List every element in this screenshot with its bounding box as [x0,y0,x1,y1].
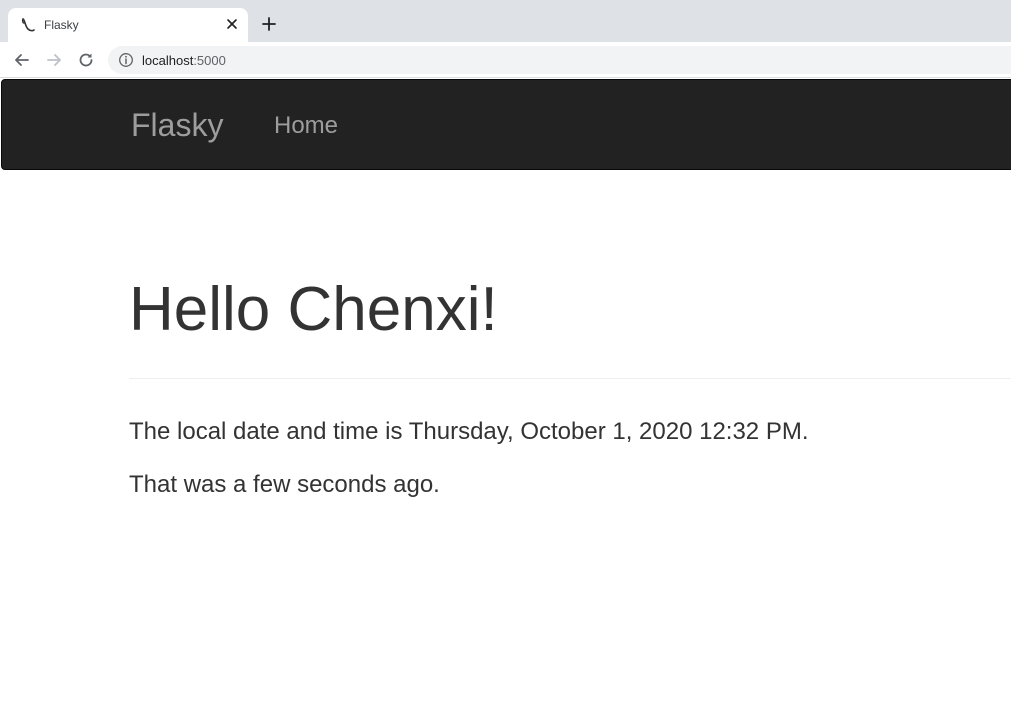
navbar-brand[interactable]: Flasky [131,106,223,144]
browser-tab[interactable]: Flasky [8,8,248,42]
flask-horn-icon [20,17,36,33]
info-icon[interactable] [118,52,134,68]
relative-time-text: That was a few seconds ago. [129,471,440,498]
datetime-text: The local date and time is Thursday, Oct… [129,418,809,445]
tab-title: Flasky [44,18,79,32]
forward-arrow-icon[interactable] [44,50,64,70]
reload-icon[interactable] [76,50,96,70]
close-icon[interactable] [224,16,240,32]
divider [129,378,1011,379]
page-title: Hello Chenxi! [129,275,498,344]
url-host: localhost [142,53,194,68]
url-port: :5000 [193,53,226,68]
back-arrow-icon[interactable] [12,50,32,70]
nav-link-home[interactable]: Home [274,111,338,141]
plus-icon[interactable] [260,15,278,33]
url-text: localhost:5000 [142,53,226,68]
navbar: Flasky Home [1,79,1011,170]
address-bar[interactable]: localhost:5000 [108,46,1011,74]
tab-strip: Flasky [0,0,1011,42]
browser-toolbar: localhost:5000 [0,42,1011,78]
page-content: Flasky Home Hello Chenxi! The local date… [0,79,1011,702]
